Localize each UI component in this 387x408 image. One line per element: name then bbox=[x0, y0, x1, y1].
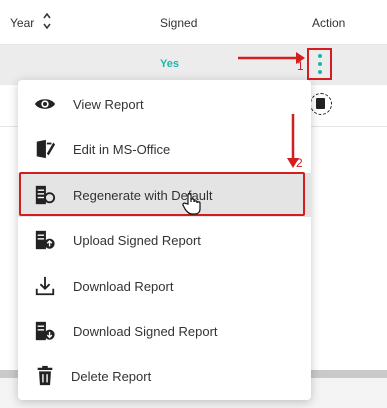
edit-document-icon bbox=[36, 139, 56, 159]
sort-icon[interactable] bbox=[42, 12, 52, 30]
menu-item-download-signed[interactable]: Download Signed Report bbox=[18, 309, 311, 353]
download-icon bbox=[35, 276, 55, 296]
signed-status: Yes bbox=[160, 58, 179, 70]
menu-item-view-report[interactable]: View Report bbox=[18, 82, 311, 126]
menu-item-label: Download Report bbox=[73, 279, 174, 294]
regenerate-highlight-box bbox=[19, 172, 305, 216]
menu-item-edit-ms-office[interactable]: Edit in MS-Office bbox=[18, 127, 311, 171]
menu-item-label: Delete Report bbox=[71, 369, 152, 384]
menu-item-download-report[interactable]: Download Report bbox=[18, 264, 311, 308]
menu-item-delete-report[interactable]: Delete Report bbox=[18, 354, 311, 398]
menu-item-label: Download Signed Report bbox=[73, 324, 218, 339]
table-header: Year Signed Action bbox=[0, 0, 387, 45]
actions-dropdown-menu: View Report Edit in MS-Office Regenerate… bbox=[18, 80, 311, 400]
step-1-label: 1 bbox=[297, 59, 304, 73]
eye-icon bbox=[34, 99, 56, 109]
menu-item-upload-signed[interactable]: Upload Signed Report bbox=[18, 218, 311, 262]
signed-column-header: Signed bbox=[160, 16, 198, 30]
upload-report-icon bbox=[35, 230, 55, 250]
menu-item-label: View Report bbox=[73, 97, 144, 112]
signed-report-icon[interactable] bbox=[310, 93, 332, 115]
trash-icon bbox=[37, 365, 53, 386]
kebab-highlight-box bbox=[307, 48, 332, 80]
hand-cursor-icon bbox=[182, 193, 201, 215]
download-signed-icon bbox=[35, 321, 55, 341]
menu-item-label: Upload Signed Report bbox=[73, 233, 201, 248]
action-column-header: Action bbox=[312, 16, 346, 30]
menu-item-label: Edit in MS-Office bbox=[73, 142, 171, 157]
step-2-label: 2 bbox=[296, 156, 303, 170]
year-column-header[interactable]: Year bbox=[10, 16, 34, 30]
